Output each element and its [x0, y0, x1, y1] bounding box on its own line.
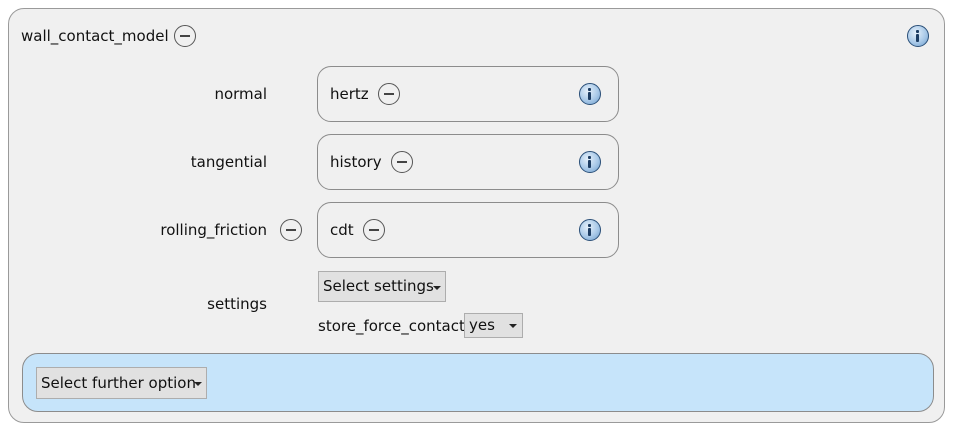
- rolling-friction-remove-minus-icon[interactable]: [280, 219, 302, 241]
- tangential-label: tangential: [190, 153, 267, 171]
- select-settings-label: Select settings: [323, 277, 434, 295]
- remove-minus-icon[interactable]: [174, 25, 196, 47]
- tangential-info-icon[interactable]: [579, 151, 601, 173]
- select-settings-dropdown[interactable]: Select settings: [318, 271, 446, 302]
- normal-model-box: hertz: [317, 66, 619, 122]
- rolling-friction-label: rolling_friction: [160, 221, 267, 239]
- normal-label: normal: [214, 85, 267, 103]
- settings-label: settings: [207, 295, 267, 313]
- tangential-value: history: [330, 153, 382, 171]
- rolling-friction-value-remove-minus-icon[interactable]: [363, 219, 385, 241]
- store-force-contact-label: store_force_contact: [318, 317, 465, 335]
- tangential-model-box: history: [317, 134, 619, 190]
- rolling-friction-info-icon[interactable]: [579, 219, 601, 241]
- store-force-contact-value: yes: [469, 316, 495, 334]
- normal-value: hertz: [330, 85, 369, 103]
- normal-info-icon[interactable]: [579, 83, 601, 105]
- chevron-down-icon: [194, 382, 202, 386]
- select-further-option-label: Select further option: [41, 374, 196, 392]
- chevron-down-icon: [509, 324, 517, 328]
- rolling-friction-value: cdt: [330, 221, 354, 239]
- normal-remove-minus-icon[interactable]: [378, 83, 400, 105]
- panel-title: wall_contact_model: [21, 27, 169, 45]
- chevron-down-icon: [433, 286, 441, 290]
- tangential-remove-minus-icon[interactable]: [391, 151, 413, 173]
- wall-contact-model-panel: wall_contact_model normal hertz tangenti…: [8, 8, 945, 423]
- select-further-option-dropdown[interactable]: Select further option: [36, 367, 207, 399]
- info-icon[interactable]: [907, 25, 929, 47]
- further-option-area: Select further option: [22, 353, 934, 412]
- rolling-friction-model-box: cdt: [317, 202, 619, 258]
- store-force-contact-dropdown[interactable]: yes: [464, 313, 523, 338]
